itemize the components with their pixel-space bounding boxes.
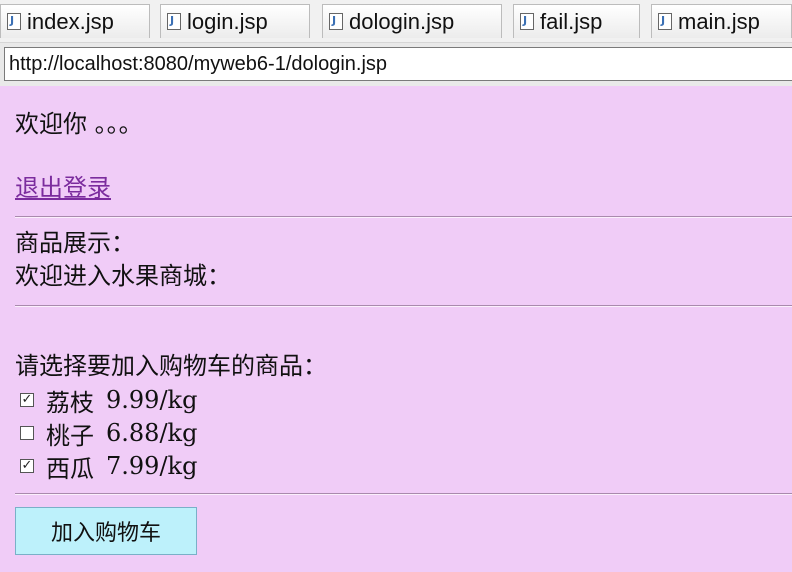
- tab-label: login.jsp: [187, 8, 268, 34]
- jsp-file-icon: [7, 13, 21, 30]
- product-name: 桃子: [46, 421, 94, 450]
- jsp-file-icon: [329, 13, 343, 30]
- jsp-file-icon: [167, 13, 181, 30]
- divider: [15, 305, 792, 307]
- jsp-file-icon: [658, 13, 672, 30]
- logout-link[interactable]: 退出登录: [15, 173, 111, 203]
- tab-label: dologin.jsp: [349, 8, 455, 34]
- product-checkbox-peach[interactable]: [20, 426, 34, 440]
- product-row-lychee: ✓ 荔枝 9.99/kg: [20, 385, 198, 417]
- product-checkbox-watermelon[interactable]: ✓: [20, 459, 34, 473]
- product-name: 西瓜: [46, 454, 94, 483]
- tab-dologin-jsp[interactable]: dologin.jsp: [322, 4, 502, 38]
- select-prompt: 请选择要加入购物车的商品：: [15, 352, 327, 380]
- page-content: 欢迎你 。。。 退出登录 商品展示： 欢迎进入水果商城： 请选择要加入购物车的商…: [0, 87, 792, 572]
- add-to-cart-button[interactable]: 加入购物车: [15, 507, 197, 555]
- tab-index-jsp[interactable]: index.jsp: [0, 4, 150, 38]
- tab-label: main.jsp: [678, 8, 760, 34]
- tab-fail-jsp[interactable]: fail.jsp: [513, 4, 640, 38]
- products-heading: 商品展示：: [15, 229, 135, 257]
- editor-tab-bar: index.jsp login.jsp dologin.jsp fail.jsp…: [0, 0, 792, 43]
- product-row-watermelon: ✓ 西瓜 7.99/kg: [20, 451, 198, 483]
- tab-label: fail.jsp: [540, 8, 603, 34]
- store-welcome-text: 欢迎进入水果商城：: [15, 262, 231, 290]
- welcome-text: 欢迎你 。。。: [15, 110, 143, 138]
- address-bar: http://localhost:8080/myweb6-1/dologin.j…: [0, 43, 792, 86]
- product-row-peach: 桃子 6.88/kg: [20, 418, 198, 450]
- product-price: 6.88/kg: [106, 419, 198, 447]
- jsp-file-icon: [520, 13, 534, 30]
- product-price: 7.99/kg: [106, 452, 198, 480]
- product-price: 9.99/kg: [106, 386, 198, 414]
- divider: [15, 493, 792, 495]
- product-checkbox-lychee[interactable]: ✓: [20, 393, 34, 407]
- url-field[interactable]: http://localhost:8080/myweb6-1/dologin.j…: [4, 47, 792, 81]
- tab-label: index.jsp: [27, 8, 114, 34]
- tab-main-jsp[interactable]: main.jsp: [651, 4, 792, 38]
- product-name: 荔枝: [46, 388, 94, 417]
- divider: [15, 216, 792, 218]
- tab-login-jsp[interactable]: login.jsp: [160, 4, 310, 38]
